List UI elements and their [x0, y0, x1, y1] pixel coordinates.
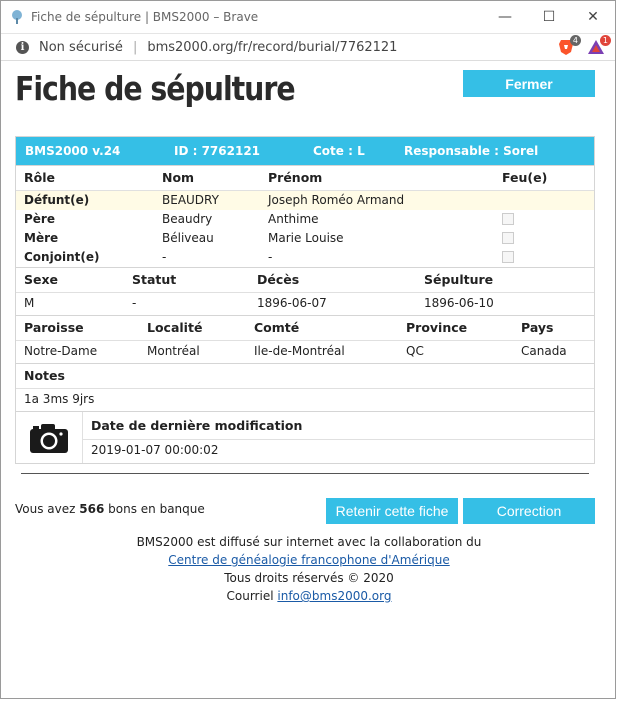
modification-header-row: Date de dernière modification: [83, 412, 594, 440]
record-cote: Cote : L: [313, 144, 365, 158]
role-cell: Mère: [24, 231, 59, 245]
prenom-cell: Joseph Roméo Armand: [268, 193, 405, 207]
persons-section: Rôle Nom Prénom Feu(e) Défunt(e) BEAUDRY…: [16, 165, 594, 267]
event-header-row: Sexe Statut Décès Sépulture: [16, 268, 594, 293]
modification-value: 2019-01-07 00:00:02: [91, 443, 219, 457]
prenom-cell: Anthime: [268, 212, 319, 226]
sepulture-value: 1896-06-10: [424, 296, 494, 310]
col-province: Province: [406, 320, 468, 335]
col-pays: Pays: [521, 320, 554, 335]
feu-checkbox: [502, 213, 514, 225]
col-nom: Nom: [162, 170, 195, 185]
statut-value: -: [132, 296, 137, 310]
event-values-row: M - 1896-06-07 1896-06-10: [16, 293, 594, 315]
col-paroisse: Paroisse: [24, 320, 84, 335]
role-cell: Conjoint(e): [24, 250, 100, 264]
table-row: Conjoint(e) - -: [16, 248, 594, 267]
email-label: Courriel: [226, 589, 274, 603]
feu-checkbox: [502, 251, 514, 263]
address-bar[interactable]: i Non sécurisé | bms2000.org/fr/record/b…: [1, 34, 615, 61]
rewards-badge: 1: [599, 35, 611, 46]
notes-value: 1a 3ms 9jrs: [24, 392, 95, 406]
col-deces: Décès: [257, 272, 300, 287]
maximize-button[interactable]: ☐: [527, 1, 571, 33]
title-bar: Fiche de sépulture | BMS2000 – Brave — ☐…: [1, 1, 615, 34]
record-responsable: Responsable : Sorel: [404, 144, 539, 158]
col-sexe: Sexe: [24, 272, 59, 287]
col-localite: Localité: [147, 320, 203, 335]
table-row: Défunt(e) BEAUDRY Joseph Roméo Armand: [16, 191, 594, 210]
footer: BMS2000 est diffusé sur internet avec la…: [1, 533, 617, 605]
correction-button[interactable]: Correction: [463, 498, 595, 524]
close-button[interactable]: Fermer: [463, 70, 595, 97]
url-text[interactable]: bms2000.org/fr/record/burial/7762121: [147, 40, 397, 55]
cgfa-link[interactable]: Centre de généalogie francophone d'Améri…: [168, 553, 449, 567]
persons-header-row: Rôle Nom Prénom Feu(e): [16, 166, 594, 191]
pays-value: Canada: [521, 344, 567, 358]
table-row: Mère Béliveau Marie Louise: [16, 229, 594, 248]
bank-count: 566: [79, 502, 105, 516]
info-icon[interactable]: i: [16, 40, 29, 54]
feu-checkbox: [502, 232, 514, 244]
notes-label: Notes: [24, 368, 65, 383]
camera-cell: [16, 412, 83, 463]
col-prenom: Prénom: [268, 170, 323, 185]
brave-rewards-button[interactable]: 1: [587, 35, 611, 56]
notes-section: Notes 1a 3ms 9jrs: [16, 363, 594, 411]
col-comte: Comté: [254, 320, 300, 335]
window-title: Fiche de sépulture | BMS2000 – Brave: [31, 10, 259, 24]
divider: [21, 473, 589, 474]
notes-header-row: Notes: [16, 364, 594, 389]
shield-count-badge: 4: [569, 35, 581, 46]
page-title: Fiche de sépulture: [15, 69, 296, 108]
bank-prefix: Vous avez: [15, 502, 76, 516]
deces-value: 1896-06-07: [257, 296, 327, 310]
place-header-row: Paroisse Localité Comté Province Pays: [16, 316, 594, 341]
nom-cell: Béliveau: [162, 231, 214, 245]
place-values-row: Notre-Dame Montréal Ile-de-Montréal QC C…: [16, 341, 594, 363]
comte-value: Ile-de-Montréal: [254, 344, 345, 358]
record-header: BMS2000 v.24 ID : 7762121 Cote : L Respo…: [16, 137, 594, 165]
footer-collaboration-text: BMS2000 est diffusé sur internet avec la…: [136, 535, 482, 549]
province-value: QC: [406, 344, 424, 358]
camera-icon: [30, 423, 68, 453]
burial-record: BMS2000 v.24 ID : 7762121 Cote : L Respo…: [15, 136, 595, 464]
footer-rights: Tous droits réservés © 2020: [224, 571, 394, 585]
event-section: Sexe Statut Décès Sépulture M - 1896-06-…: [16, 267, 594, 315]
prenom-cell: -: [268, 250, 273, 264]
close-window-button[interactable]: ✕: [571, 1, 615, 33]
tree-icon: [12, 10, 22, 24]
bank-balance: Vous avez 566 bons en banque: [15, 502, 205, 516]
modification-label: Date de dernière modification: [91, 418, 303, 433]
bank-suffix: bons en banque: [108, 502, 205, 516]
sexe-value: M: [24, 296, 35, 310]
address-separator: |: [132, 39, 138, 55]
role-cell: Père: [24, 212, 55, 226]
col-sepulture: Sépulture: [424, 272, 494, 287]
table-row: Père Beaudry Anthime: [16, 210, 594, 229]
col-role: Rôle: [24, 170, 55, 185]
security-status[interactable]: Non sécurisé: [39, 40, 123, 55]
prenom-cell: Marie Louise: [268, 231, 344, 245]
minimize-button[interactable]: —: [483, 1, 527, 33]
browser-window: Fiche de sépulture | BMS2000 – Brave — ☐…: [0, 0, 616, 699]
brave-shield-button[interactable]: 4: [557, 35, 581, 56]
retain-record-button[interactable]: Retenir cette fiche: [326, 498, 458, 524]
paroisse-value: Notre-Dame: [24, 344, 98, 358]
localite-value: Montréal: [147, 344, 200, 358]
record-id: ID : 7762121: [174, 144, 261, 158]
email-link[interactable]: info@bms2000.org: [277, 589, 391, 603]
notes-value-row: 1a 3ms 9jrs: [16, 389, 594, 411]
col-statut: Statut: [132, 272, 177, 287]
nom-cell: BEAUDRY: [162, 193, 219, 207]
role-cell: Défunt(e): [24, 193, 90, 207]
modification-value-row: 2019-01-07 00:00:02: [83, 440, 594, 462]
record-version: BMS2000 v.24: [25, 144, 121, 158]
place-section: Paroisse Localité Comté Province Pays No…: [16, 315, 594, 363]
nom-cell: -: [162, 250, 167, 264]
modification-section: Date de dernière modification 2019-01-07…: [16, 411, 594, 463]
nom-cell: Beaudry: [162, 212, 213, 226]
col-feu: Feu(e): [502, 170, 548, 185]
